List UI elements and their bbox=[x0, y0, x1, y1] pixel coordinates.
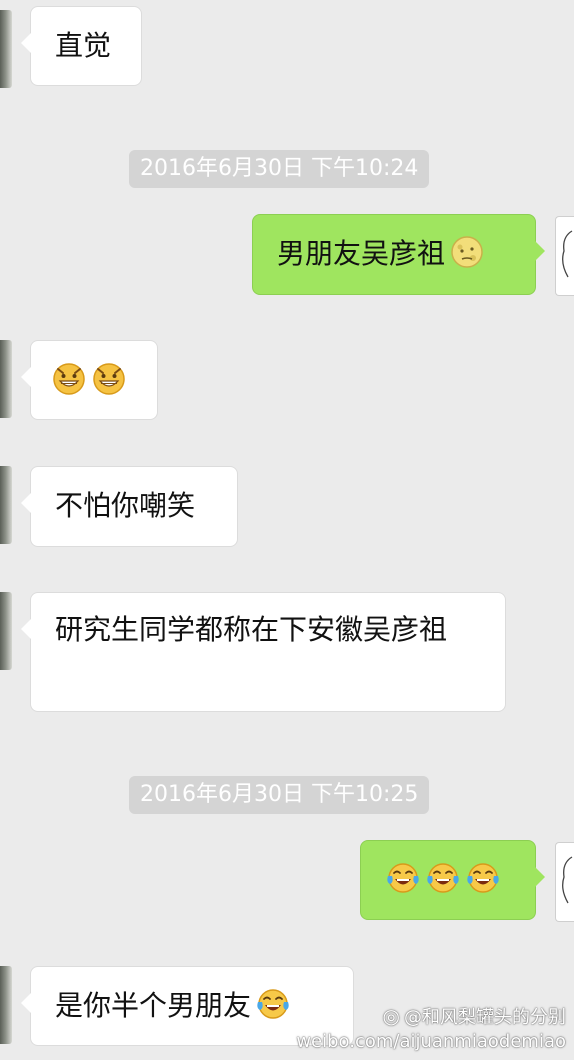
message-text: 不怕你嘲笑 bbox=[55, 489, 196, 522]
sender-avatar[interactable] bbox=[0, 966, 12, 1044]
self-avatar[interactable] bbox=[555, 216, 574, 296]
grin-face-icon bbox=[51, 360, 87, 396]
tears-of-joy-icon bbox=[465, 860, 501, 896]
tears-of-joy-icon bbox=[255, 986, 291, 1022]
incoming-message[interactable]: 直觉 bbox=[21, 6, 142, 86]
timestamp: 2016年6月30日 下午10:24 bbox=[129, 150, 430, 188]
incoming-message[interactable] bbox=[21, 340, 158, 420]
message-text: 直觉 bbox=[55, 29, 112, 62]
tears-of-joy-icon bbox=[425, 860, 461, 896]
outgoing-message[interactable]: 男朋友吴彦祖 bbox=[252, 214, 545, 295]
tears-of-joy-icon bbox=[385, 860, 421, 896]
sender-avatar[interactable] bbox=[0, 592, 12, 670]
moon-face-icon bbox=[449, 234, 485, 270]
watermark-handle: @和风梨罐头的分别 bbox=[404, 1007, 566, 1028]
incoming-message[interactable]: 不怕你嘲笑 bbox=[21, 466, 238, 547]
self-avatar[interactable] bbox=[555, 842, 574, 922]
incoming-message[interactable]: 研究生同学都称在下安徽吴彦祖 bbox=[21, 592, 506, 712]
sender-avatar[interactable] bbox=[0, 340, 12, 418]
message-text: 研究生同学都称在下安徽吴彦祖 bbox=[55, 613, 448, 646]
grin-face-icon bbox=[91, 360, 127, 396]
weibo-watermark: ◎ @和风梨罐头的分别 weibo.com/aijuanmiaodemiao bbox=[296, 1004, 566, 1054]
message-text: 是你半个男朋友 bbox=[55, 989, 252, 1022]
weibo-logo-icon: ◎ bbox=[382, 1004, 400, 1028]
sender-avatar[interactable] bbox=[0, 10, 12, 88]
message-text: 男朋友吴彦祖 bbox=[277, 237, 446, 270]
sender-avatar[interactable] bbox=[0, 466, 12, 544]
watermark-url: weibo.com/aijuanmiaodemiao bbox=[296, 1031, 566, 1052]
outgoing-message[interactable] bbox=[360, 840, 545, 920]
timestamp: 2016年6月30日 下午10:25 bbox=[129, 776, 430, 814]
